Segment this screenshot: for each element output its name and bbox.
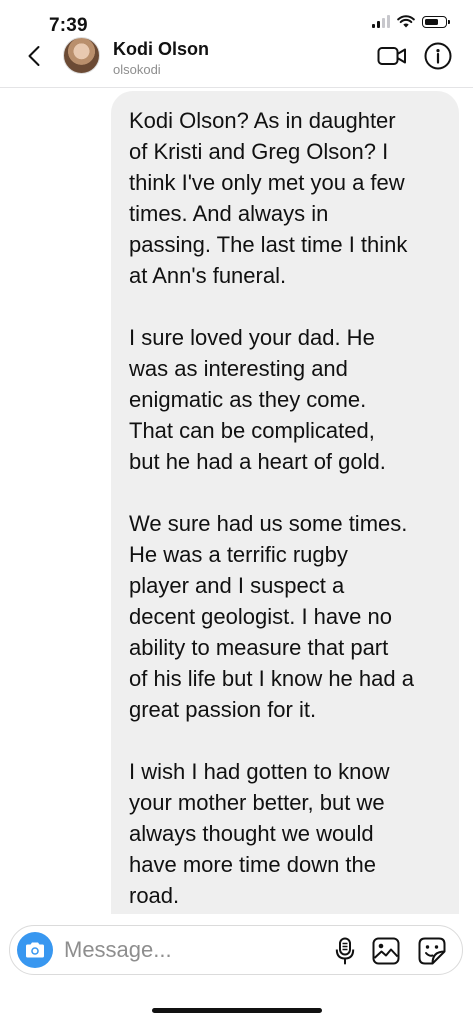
message-input[interactable]	[64, 935, 314, 965]
contact-username: olsokodi	[113, 62, 161, 77]
camera-icon	[26, 942, 44, 958]
photo-gallery-button[interactable]	[371, 936, 401, 966]
camera-button[interactable]	[17, 932, 53, 968]
message-paragraph: Kodi Olson? As in daughter of Kristi and…	[129, 108, 408, 288]
message-composer	[9, 925, 463, 975]
sticker-button[interactable]	[417, 936, 447, 966]
status-time: 7:39	[49, 15, 88, 36]
chevron-left-icon	[28, 46, 40, 66]
contact-name[interactable]: Kodi Olson	[113, 39, 209, 60]
message-thread[interactable]: Kodi Olson? As in daughter of Kristi and…	[0, 88, 473, 914]
home-indicator[interactable]	[152, 1008, 322, 1013]
microphone-icon	[335, 937, 355, 965]
cellular-signal-icon	[372, 15, 390, 28]
battery-icon	[422, 15, 450, 28]
message-paragraph: I wish I had gotten to know your mother …	[129, 759, 390, 908]
conversation-info-button[interactable]	[423, 41, 452, 70]
direct-message-screen: 7:39 Kodi Olson olsokodi Kodi Olson? As …	[0, 0, 473, 1023]
video-camera-icon	[377, 47, 406, 65]
back-button[interactable]	[20, 42, 48, 70]
wifi-icon	[397, 15, 415, 28]
video-call-button[interactable]	[376, 45, 408, 67]
contact-avatar[interactable]	[63, 37, 100, 74]
sticker-icon	[418, 937, 446, 965]
status-bar: 7:39	[0, 0, 473, 36]
message-paragraph: We sure had us some times. He was a terr…	[129, 511, 414, 722]
received-message-bubble[interactable]: Kodi Olson? As in daughter of Kristi and…	[111, 91, 459, 914]
voice-message-button[interactable]	[332, 936, 358, 966]
info-icon	[424, 42, 451, 69]
message-paragraph: I sure loved your dad. He was as interes…	[129, 325, 386, 474]
chat-header: Kodi Olson olsokodi	[0, 36, 473, 88]
image-gallery-icon	[372, 937, 400, 965]
status-icons	[372, 15, 450, 28]
